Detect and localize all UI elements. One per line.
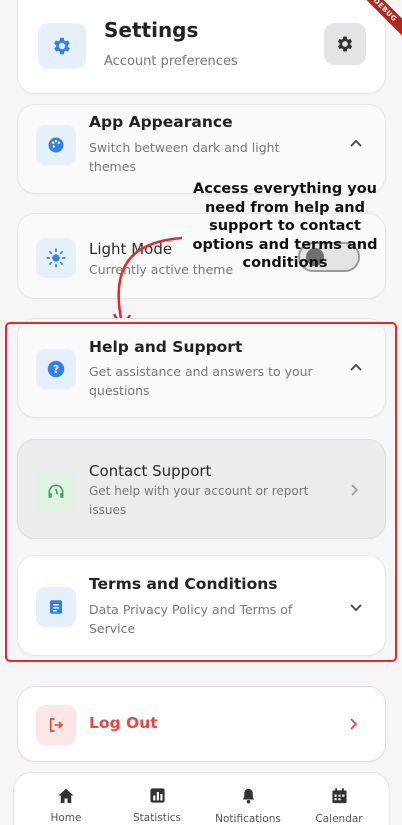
nav-notifications[interactable]: Notifications: [208, 787, 288, 825]
bell-icon: [242, 788, 254, 804]
nav-notifications-label: Notifications: [215, 813, 281, 825]
annotation-callout: Access everything you need from help and…: [192, 181, 378, 271]
settings-button[interactable]: [324, 23, 366, 65]
sun-icon: [46, 248, 66, 268]
nav-statistics-label: Statistics: [133, 812, 181, 824]
logout-icon: [49, 718, 64, 732]
nav-calendar-label: Calendar: [315, 813, 363, 825]
nav-calendar[interactable]: Calendar: [299, 787, 379, 825]
nav-home[interactable]: Home: [26, 787, 106, 824]
sun-icon-box: [36, 238, 76, 278]
gear-icon: [337, 36, 353, 52]
calendar-icon: [331, 788, 347, 804]
page-subtitle: Account preferences: [104, 54, 238, 69]
app-appearance-subtitle: Switch between dark and light themes: [89, 140, 280, 174]
chevron-up-icon[interactable]: [349, 137, 363, 151]
gear-icon: [54, 37, 70, 55]
statistics-icon: [149, 788, 165, 803]
settings-header-icon-box: [38, 23, 86, 69]
palette-icon-box: [36, 125, 76, 165]
bottom-navigation: Home Statistics Notifications Calendar: [13, 772, 390, 825]
app-appearance-title: App Appearance: [89, 113, 233, 131]
page-title: Settings: [104, 18, 199, 42]
logout-card[interactable]: Log Out: [17, 686, 386, 762]
logout-label: Log Out: [89, 714, 158, 732]
nav-home-label: Home: [50, 812, 82, 824]
home-icon: [58, 788, 74, 803]
chevron-right-icon[interactable]: [347, 717, 361, 731]
nav-statistics[interactable]: Statistics: [117, 787, 197, 824]
settings-header: Settings Account preferences: [17, 0, 386, 94]
logout-icon-box: [36, 705, 76, 745]
highlight-frame: [5, 322, 397, 662]
palette-icon: [48, 137, 64, 153]
